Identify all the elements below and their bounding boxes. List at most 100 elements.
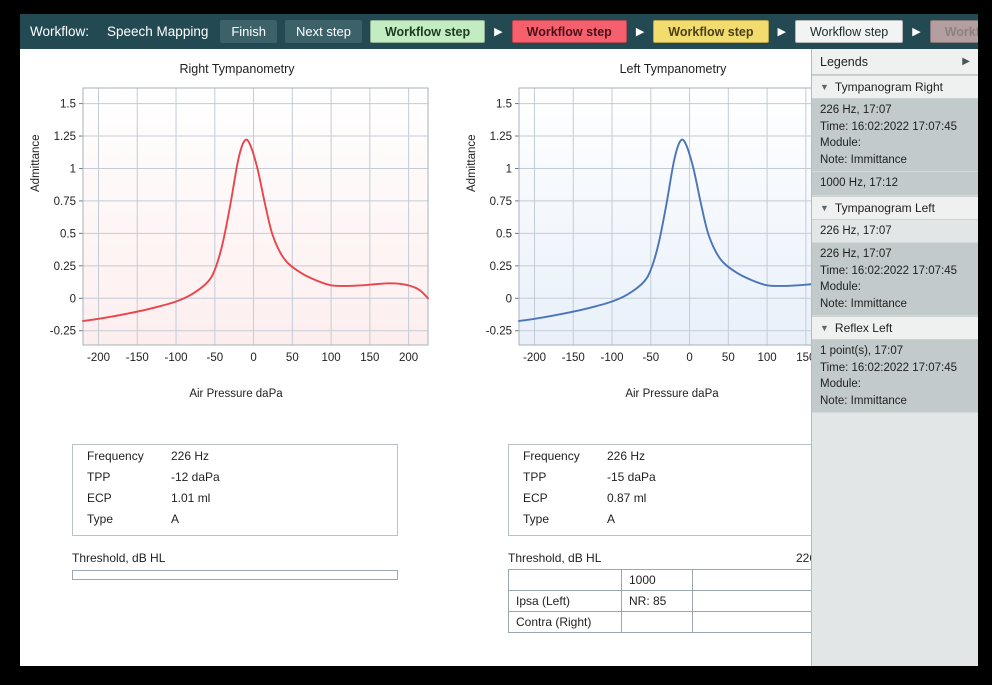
legend-group-header[interactable]: ▼ Tympanogram Right (812, 75, 978, 99)
info-value: -12 daPa (171, 470, 220, 484)
svg-text:1.5: 1.5 (496, 99, 512, 111)
app-window: Workflow: Speech Mapping Finish Next ste… (20, 14, 978, 666)
svg-text:-100: -100 (601, 352, 624, 364)
right-threshold-header: Threshold, dB HL (72, 551, 398, 565)
svg-text:-150: -150 (126, 352, 149, 364)
right-chart[interactable]: Admittance -200-150-100-50050100150200-0… (36, 80, 436, 410)
info-row: ECP 1.01 ml (73, 487, 397, 508)
svg-text:50: 50 (286, 352, 299, 364)
workflow-step-2[interactable]: Workflow step (512, 20, 627, 43)
workflow-step-4[interactable]: Workflow step (795, 20, 903, 43)
svg-text:-0.25: -0.25 (50, 326, 76, 338)
info-value: -15 daPa (607, 470, 656, 484)
svg-text:-0.25: -0.25 (486, 326, 512, 338)
svg-text:0.75: 0.75 (54, 196, 76, 208)
svg-text:-200: -200 (523, 352, 546, 364)
triangle-right-icon: ▶ (494, 25, 502, 38)
legend-item-line: 1000 Hz, 17:12 (820, 175, 970, 192)
info-value: A (171, 512, 179, 526)
triangle-right-icon[interactable]: ▶ (962, 56, 970, 67)
cell[interactable] (509, 570, 622, 591)
info-key: Frequency (87, 449, 171, 463)
left-threshold-table[interactable]: 1000 Ipsa (Left) NR: 85 Contra (Right) (508, 569, 834, 633)
info-row: TPP -15 daPa (509, 466, 833, 487)
legend-item-line: Module: (820, 376, 970, 393)
svg-text:50: 50 (722, 352, 735, 364)
svg-text:0.5: 0.5 (496, 228, 512, 240)
workflow-name: Speech Mapping (107, 24, 208, 39)
svg-text:0.75: 0.75 (490, 196, 512, 208)
legend-group-label: Reflex Left (835, 321, 892, 335)
legend-item-line: Time: 16:02:2022 17:07:45 (820, 263, 970, 280)
legend-list-item[interactable]: 1 point(s), 17:07Time: 16:02:2022 17:07:… (812, 340, 978, 413)
svg-text:150: 150 (360, 352, 379, 364)
info-key: ECP (87, 491, 171, 505)
cell[interactable]: Contra (Right) (509, 612, 622, 633)
svg-text:100: 100 (321, 352, 340, 364)
legend-list-item[interactable]: 226 Hz, 17:07Time: 16:02:2022 17:07:45Mo… (812, 243, 978, 316)
cell[interactable]: 1000 (622, 570, 693, 591)
cell[interactable] (622, 612, 693, 633)
workflow-step-3[interactable]: Workflow step (653, 20, 768, 43)
table-row[interactable]: Ipsa (Left) NR: 85 (509, 591, 834, 612)
next-step-button[interactable]: Next step (285, 20, 362, 43)
triangle-right-icon: ▶ (778, 25, 786, 38)
info-key: Type (523, 512, 607, 526)
legends-header[interactable]: Legends ▶ (812, 49, 978, 75)
legend-group-header[interactable]: ▼ Reflex Left (812, 316, 978, 340)
cell[interactable]: Ipsa (Left) (509, 591, 622, 612)
svg-text:0: 0 (506, 293, 512, 305)
info-row: Type A (509, 508, 833, 529)
legend-item-line: 1 point(s), 17:07 (820, 343, 970, 360)
legend-item-line: Note: Immittance (820, 296, 970, 313)
cell[interactable]: NR: 85 (622, 591, 693, 612)
info-key: TPP (87, 470, 171, 484)
info-value: 0.87 ml (607, 491, 646, 505)
right-chart-plot: -200-150-100-50050100150200-0.2500.250.5… (36, 80, 436, 385)
legend-group-label: Tympanogram Right (835, 80, 943, 94)
info-value: 226 Hz (607, 449, 645, 463)
left-info-box: Frequency 226 Hz TPP -15 daPa ECP 0.87 m… (508, 444, 834, 536)
info-row: TPP -12 daPa (73, 466, 397, 487)
legend-item-line: Note: Immittance (820, 152, 970, 169)
legend-item-line: 226 Hz, 17:07 (820, 223, 970, 240)
main-content: Right Tympanometry Admittance -200-150-1… (20, 49, 811, 666)
svg-text:0.5: 0.5 (60, 228, 76, 240)
svg-text:0.25: 0.25 (54, 261, 76, 273)
left-threshold-header: Threshold, dB HL 226 Hz (508, 551, 834, 565)
caret-down-icon[interactable]: ▼ (820, 323, 829, 333)
legends-sidebar: Legends ▶ ▼ Tympanogram Right 226 Hz, 17:0… (811, 49, 978, 666)
workflow-toolbar: Workflow: Speech Mapping Finish Next ste… (20, 14, 978, 49)
legend-item-line: Time: 16:02:2022 17:07:45 (820, 119, 970, 136)
svg-text:200: 200 (399, 352, 418, 364)
right-threshold-table-empty[interactable] (72, 570, 398, 580)
legend-item-line: Module: (820, 135, 970, 152)
svg-text:100: 100 (757, 352, 776, 364)
svg-text:1.25: 1.25 (54, 131, 76, 143)
finish-button[interactable]: Finish (220, 20, 277, 43)
info-key: ECP (523, 491, 607, 505)
threshold-label: Threshold, dB HL (508, 551, 601, 565)
caret-down-icon[interactable]: ▼ (820, 82, 829, 92)
legend-group-header[interactable]: ▼Tympanogram Left (812, 196, 978, 220)
caret-down-icon[interactable]: ▼ (820, 203, 829, 213)
legend-list-item[interactable]: 226 Hz, 17:07 (812, 220, 978, 244)
legend-list-item[interactable]: 1000 Hz, 17:12 (812, 172, 978, 196)
legend-item-line: Note: Immittance (820, 393, 970, 410)
info-row: Frequency 226 Hz (73, 445, 397, 466)
right-tympanometry-panel: Right Tympanometry Admittance -200-150-1… (24, 49, 450, 666)
svg-text:1.25: 1.25 (490, 131, 512, 143)
workflow-step-1[interactable]: Workflow step (370, 20, 485, 43)
table-row[interactable]: 1000 (509, 570, 834, 591)
info-key: Type (87, 512, 171, 526)
legend-item-line: 226 Hz, 17:07 (820, 102, 970, 119)
table-row[interactable]: Contra (Right) (509, 612, 834, 633)
right-chart-title: Right Tympanometry (24, 62, 450, 76)
svg-text:-100: -100 (165, 352, 188, 364)
info-value: 226 Hz (171, 449, 209, 463)
info-value: A (607, 512, 615, 526)
workflow-label: Workflow: (30, 24, 89, 39)
legend-list-item[interactable]: 226 Hz, 17:07Time: 16:02:2022 17:07:45Mo… (812, 99, 978, 172)
workflow-step-5: Workflow step (930, 20, 978, 43)
svg-text:-150: -150 (562, 352, 585, 364)
